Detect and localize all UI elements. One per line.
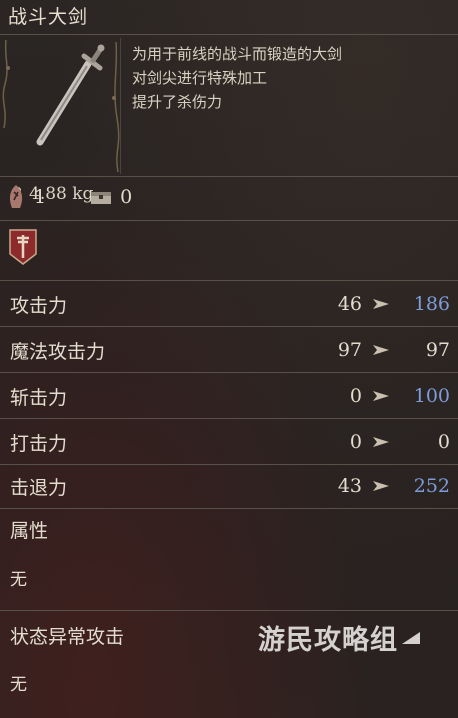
status-ailment-heading: 状态异常攻击 — [10, 626, 125, 648]
chest-icon — [91, 192, 112, 204]
divider — [0, 220, 458, 221]
stat-row-poise-damage: 击退力 43 252 — [0, 464, 458, 508]
divider — [0, 372, 458, 373]
requirement-chest: 0 — [90, 186, 132, 208]
description-line: 对剑尖进行特殊加工 — [132, 69, 268, 87]
stat-current: 46 — [337, 293, 362, 315]
description-line: 提升了杀伤力 — [132, 93, 223, 111]
stat-current: 0 — [349, 431, 362, 453]
stat-current: 43 — [337, 475, 362, 497]
requirements-row: 1 0 — [6, 180, 176, 214]
arrow-right-icon — [373, 481, 389, 491]
stat-new: 97 — [425, 339, 450, 361]
stat-current: 97 — [337, 339, 362, 361]
status-ailment-value: 无 — [10, 675, 27, 695]
item-name: 战斗大剑 — [8, 6, 89, 28]
stat-label: 攻击力 — [10, 294, 68, 317]
rune-icon — [9, 185, 23, 208]
stat-row-strike: 打击力 0 0 — [0, 420, 458, 464]
stat-new: 252 — [413, 475, 450, 497]
stat-label: 斩击力 — [10, 386, 68, 409]
stat-label: 魔法攻击力 — [10, 340, 106, 363]
stat-new: 100 — [413, 385, 450, 407]
weapon-type-badge-icon — [9, 229, 37, 265]
stat-label: 击退力 — [10, 476, 68, 499]
stat-new: 186 — [413, 293, 450, 315]
divider — [0, 176, 458, 177]
stat-new: 0 — [437, 431, 450, 453]
divider — [0, 610, 458, 611]
stat-row-slash: 斩击力 0 100 — [0, 374, 458, 418]
divider — [0, 508, 458, 509]
item-description: 为用于前线的战斗而锻造的大剑 对剑尖进行特殊加工 提升了杀伤力 — [132, 42, 342, 114]
divider — [0, 418, 458, 419]
stat-current: 0 — [349, 385, 362, 407]
stat-label: 打击力 — [10, 432, 68, 455]
divider — [0, 34, 458, 35]
divider — [0, 326, 458, 327]
triangle-icon — [402, 631, 420, 644]
item-image-frame: 4.88 kg — [2, 38, 121, 204]
attributes-value: 无 — [10, 570, 27, 590]
description-line: 为用于前线的战斗而锻造的大剑 — [132, 45, 343, 63]
divider — [0, 280, 458, 281]
arrow-right-icon — [373, 437, 389, 447]
requirement-rune: 1 — [6, 184, 46, 210]
stat-row-magic-attack: 魔法攻击力 97 97 — [0, 328, 458, 372]
arrow-right-icon — [373, 391, 389, 401]
arrow-right-icon — [373, 299, 389, 309]
attributes-heading: 属性 — [10, 520, 49, 542]
watermark: 游民攻略组 — [258, 618, 420, 657]
greatsword-icon — [36, 44, 105, 146]
watermark-text: 游民攻略组 — [258, 625, 398, 656]
stat-row-attack: 攻击力 46 186 — [0, 282, 458, 326]
arrow-right-icon — [373, 345, 389, 355]
